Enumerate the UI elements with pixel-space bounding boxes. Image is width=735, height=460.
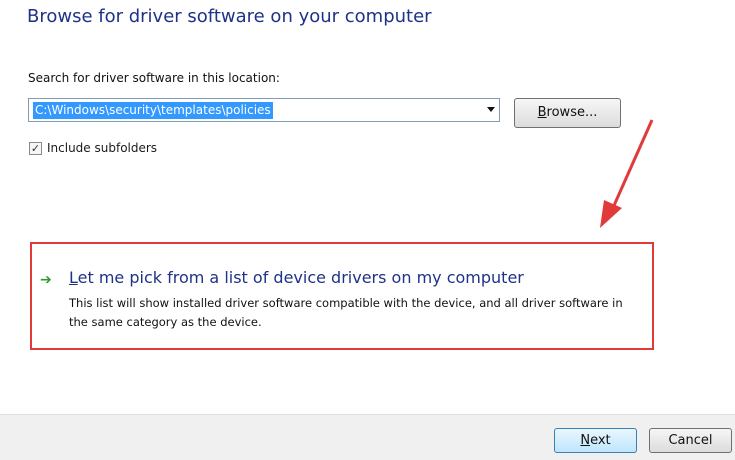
pick-title-mnemonic: L	[69, 268, 78, 287]
include-subfolders-label[interactable]: Include subfolders	[47, 141, 157, 155]
pick-title-text: et me pick from a list of device drivers…	[77, 268, 524, 287]
driver-path-combobox[interactable]: C:\Windows\security\templates\policies	[28, 98, 500, 122]
driver-path-value[interactable]: C:\Windows\security\templates\policies	[33, 102, 273, 119]
next-button[interactable]: Next	[554, 428, 637, 453]
dialog-footer: Next Cancel	[0, 414, 735, 460]
green-arrow-icon: ➔	[40, 272, 52, 288]
cancel-button[interactable]: Cancel	[649, 428, 732, 453]
browse-button-label: rowse...	[546, 105, 598, 120]
browse-button-mnemonic: B	[537, 105, 547, 120]
include-subfolders-checkbox[interactable]: ✓	[29, 142, 42, 155]
pick-from-list-option[interactable]: ➔ Let me pick from a list of device driv…	[30, 242, 654, 350]
search-location-label: Search for driver software in this locat…	[28, 71, 280, 85]
next-button-label: ext	[590, 433, 611, 448]
chevron-down-icon[interactable]	[487, 107, 495, 112]
pick-option-description: This list will show installed driver sof…	[69, 296, 623, 329]
pick-from-list-link[interactable]: Let me pick from a list of device driver…	[69, 268, 524, 287]
annotation-arrow	[600, 119, 654, 228]
next-button-mnemonic: N	[580, 433, 591, 448]
page-title: Browse for driver software on your compu…	[27, 6, 432, 27]
